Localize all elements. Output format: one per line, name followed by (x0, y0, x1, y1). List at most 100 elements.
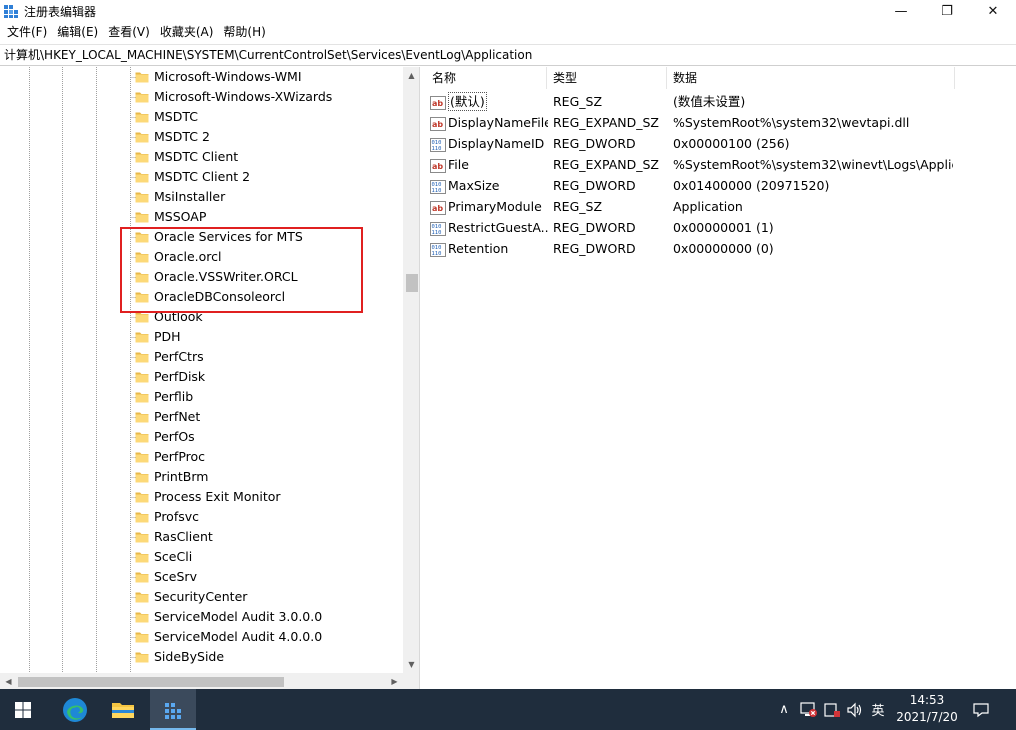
value-row[interactable]: 010 110 RestrictGuestA... REG_DWORD 0x000000… (426, 217, 1016, 238)
tree-item[interactable]: PerfCtrs (135, 347, 204, 367)
tree-item-label: Oracle Services for MTS (154, 229, 303, 244)
ime-indicator[interactable]: 英 (870, 689, 886, 730)
tree-item[interactable]: Process Exit Monitor (135, 487, 281, 507)
scroll-left-icon[interactable]: ◀ (0, 673, 17, 689)
tree-item[interactable]: Profsvc (135, 507, 199, 527)
usb-device-tray[interactable] (823, 689, 841, 730)
value-name-cell: ab File (430, 154, 548, 175)
menu-file[interactable]: 文件(F) (3, 22, 53, 43)
folder-icon (135, 492, 149, 503)
tree-item[interactable]: Perflib (135, 387, 193, 407)
scroll-right-icon[interactable]: ▶ (386, 673, 403, 689)
tree-item-label: Microsoft-Windows-XWizards (154, 89, 333, 104)
usb-device-icon (824, 702, 840, 717)
tree-item[interactable]: PrintBrm (135, 467, 208, 487)
close-button[interactable]: ✕ (970, 0, 1016, 22)
show-hidden-icons-chevron[interactable]: ∧ (776, 689, 792, 730)
tree-item[interactable]: MSDTC (135, 107, 198, 127)
column-header-type[interactable]: 类型 (547, 67, 667, 89)
folder-icon (135, 572, 149, 583)
tree-item-label: PerfOs (154, 429, 195, 444)
folder-icon (135, 472, 149, 483)
start-button[interactable] (0, 689, 46, 730)
scroll-down-icon[interactable]: ▼ (403, 656, 419, 673)
tree-item[interactable]: PerfDisk (135, 367, 205, 387)
address-bar[interactable]: 计算机\HKEY_LOCAL_MACHINE\SYSTEM\CurrentCon… (0, 44, 1016, 66)
tree-item[interactable]: OracleDBConsoleorcl (135, 287, 285, 307)
tree-item[interactable]: SideBySide (135, 647, 224, 667)
horizontal-scroll-thumb[interactable] (18, 677, 284, 687)
tree-item[interactable]: PerfNet (135, 407, 200, 427)
tree-item-label: MSDTC Client 2 (154, 169, 251, 184)
file-explorer-taskbar-button[interactable] (100, 689, 146, 730)
network-icon (800, 701, 817, 717)
tree-item[interactable]: SceCli (135, 547, 192, 567)
folder-icon (135, 592, 149, 603)
tree-item-label: ServiceModel Audit 4.0.0.0 (154, 629, 323, 644)
maximize-button[interactable]: ❐ (924, 0, 970, 22)
scroll-up-icon[interactable]: ▲ (403, 67, 419, 84)
value-row[interactable]: ab (默认) REG_SZ (数值未设置) (426, 91, 1016, 112)
tree-item-label: PrintBrm (154, 469, 209, 484)
tree-item[interactable]: PerfOs (135, 427, 195, 447)
tree-item[interactable]: SecurityCenter (135, 587, 247, 607)
tree-vertical-scrollbar[interactable]: ▲ ▼ (403, 67, 419, 673)
tree-item[interactable]: MSSOAP (135, 207, 206, 227)
binary-icon: 010 110 (430, 137, 446, 152)
tree-item[interactable]: PerfProc (135, 447, 205, 467)
value-type: REG_DWORD (553, 136, 636, 151)
network-icon[interactable] (800, 689, 818, 730)
binary-icon: 010 110 (430, 221, 446, 236)
vertical-scroll-thumb[interactable] (406, 274, 418, 292)
value-name: MaxSize (448, 178, 500, 193)
tree-item[interactable]: MSDTC 2 (135, 127, 210, 147)
notification-center-button[interactable] (972, 689, 990, 730)
tree-item[interactable]: MSDTC Client (135, 147, 238, 167)
value-row[interactable]: 010 110 Retention REG_DWORD 0x00000000 (0) (426, 238, 1016, 259)
tree-item[interactable]: PDH (135, 327, 181, 347)
folder-icon (135, 652, 149, 663)
value-row[interactable]: ab DisplayNameFile REG_EXPAND_SZ %SystemRoo… (426, 112, 1016, 133)
tree-horizontal-scrollbar[interactable]: ◀ ▶ (0, 673, 403, 689)
tree-item[interactable]: MsiInstaller (135, 187, 225, 207)
menu-favorites[interactable]: 收藏夹(A) (156, 22, 220, 43)
volume-tray[interactable] (846, 689, 864, 730)
column-header-data[interactable]: 数据 (667, 67, 955, 89)
tree-item-label: PDH (154, 329, 181, 344)
tree-item[interactable]: ServiceModel Audit 4.0.0.0 (135, 627, 322, 647)
tree-item-label: PerfProc (154, 449, 206, 464)
clock-date: 2021/7/20 (896, 710, 958, 724)
string-icon: ab (430, 200, 446, 215)
value-row[interactable]: ab File REG_EXPAND_SZ %SystemRoot%\system32… (426, 154, 1016, 175)
tree-item[interactable]: RasClient (135, 527, 213, 547)
tree-item[interactable]: Oracle.VSSWriter.ORCL (135, 267, 298, 287)
value-row[interactable]: ab PrimaryModule REG_SZ Application (426, 196, 1016, 217)
value-data: (数值未设置) (673, 94, 746, 109)
tree-item[interactable]: Oracle Services for MTS (135, 227, 303, 247)
value-name: DisplayNameFile (448, 115, 548, 130)
menu-view[interactable]: 查看(V) (104, 22, 156, 43)
tree-item[interactable]: SceSrv (135, 567, 197, 587)
edge-taskbar-button[interactable] (52, 689, 98, 730)
value-name: Retention (448, 241, 509, 256)
tree-item[interactable]: Oracle.orcl (135, 247, 222, 267)
tree-item-label: MsiInstaller (154, 189, 226, 204)
minimize-button[interactable]: — (878, 0, 924, 22)
tree-item[interactable]: Microsoft-Windows-XWizards (135, 87, 332, 107)
tree-item[interactable]: ServiceModel Audit 3.0.0.0 (135, 607, 322, 627)
value-row[interactable]: 010 110 MaxSize REG_DWORD 0x01400000 (209715… (426, 175, 1016, 196)
value-row[interactable]: 010 110 DisplayNameID REG_DWORD 0x00000100 (… (426, 133, 1016, 154)
tree-item-label: MSDTC Client (154, 149, 239, 164)
speaker-icon (847, 702, 862, 717)
tree-item[interactable]: Microsoft-Windows-WMI (135, 67, 302, 87)
menu-edit[interactable]: 编辑(E) (53, 22, 104, 43)
regedit-taskbar-button[interactable] (150, 689, 196, 730)
tree-item[interactable]: Outlook (135, 307, 203, 327)
tree-item[interactable]: MSDTC Client 2 (135, 167, 250, 187)
menu-help[interactable]: 帮助(H) (219, 22, 271, 43)
clock[interactable]: 14:53 2021/7/20 (890, 692, 964, 726)
value-name-cell: ab (默认) (430, 91, 548, 112)
column-header-name[interactable]: 名称 (426, 67, 547, 89)
tree-item-label: SideBySide (154, 649, 225, 664)
value-type: REG_SZ (553, 94, 603, 109)
